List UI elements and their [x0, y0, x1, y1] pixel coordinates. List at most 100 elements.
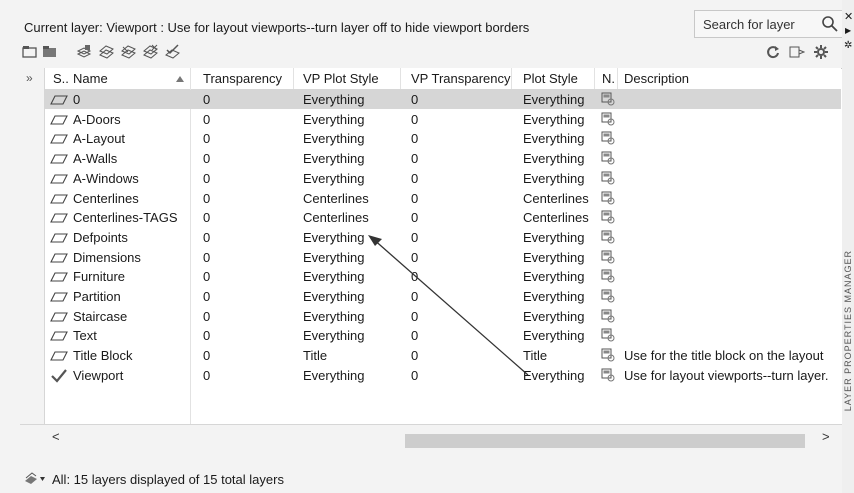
new-vp-freeze-icon[interactable]	[601, 348, 615, 362]
layer-status-icon[interactable]	[50, 113, 68, 127]
new-vp-freeze-icon[interactable]	[601, 328, 615, 342]
layer-status-icon[interactable]	[50, 329, 68, 343]
layer-plot-style: Everything	[523, 170, 585, 186]
current-layer-check-icon[interactable]	[50, 369, 68, 383]
new-vp-freeze-icon[interactable]	[601, 171, 615, 185]
layer-vp-plot-style: Everything	[303, 308, 365, 324]
col-name[interactable]: Name	[73, 71, 108, 86]
new-vp-freeze-icon[interactable]	[601, 230, 615, 244]
layer-name[interactable]: Partition	[73, 289, 121, 304]
layer-vp-transparency: 0	[411, 131, 419, 147]
layer-name[interactable]: Title Block	[73, 348, 132, 363]
new-vp-freeze-icon[interactable]	[601, 269, 615, 283]
layer-vp-plot-style: Everything	[303, 367, 365, 383]
new-layer-vp-frozen-icon[interactable]	[120, 44, 136, 60]
scrollbar-thumb[interactable]	[405, 434, 805, 448]
close-icon[interactable]: ✕	[844, 10, 853, 23]
layer-status-icon[interactable]	[50, 211, 68, 225]
new-vp-freeze-icon[interactable]	[601, 368, 615, 382]
new-vp-freeze-icon[interactable]	[601, 250, 615, 264]
layer-name[interactable]: Text	[73, 328, 97, 343]
layer-transparency: 0	[203, 210, 211, 226]
layer-status-icon[interactable]	[50, 310, 68, 324]
layer-name[interactable]: Viewport	[73, 368, 123, 383]
layer-name[interactable]: A-Doors	[73, 112, 121, 127]
layer-name[interactable]: A-Windows	[73, 171, 139, 186]
layer-row[interactable]: A-Doors 0 Everything 0 Everything	[45, 110, 841, 129]
layer-status-icon[interactable]	[50, 251, 68, 265]
layer-description: Use for layout viewports--turn layer.	[624, 367, 829, 383]
layer-name[interactable]: A-Layout	[73, 131, 125, 146]
new-vp-freeze-icon[interactable]	[601, 92, 615, 106]
layer-row[interactable]: Centerlines-TAGS 0 Centerlines 0 Centerlines	[45, 208, 841, 227]
layer-name[interactable]: Centerlines	[73, 191, 139, 206]
layer-status-icon[interactable]	[50, 93, 68, 107]
new-vp-freeze-icon[interactable]	[601, 191, 615, 205]
layer-plot-style: Everything	[523, 131, 585, 147]
layer-row[interactable]: A-Windows 0 Everything 0 Everything	[45, 169, 841, 188]
layer-name[interactable]: A-Walls	[73, 151, 117, 166]
set-current-icon[interactable]	[164, 44, 180, 60]
filter-tree-collapsed: » »	[20, 68, 45, 449]
layer-vp-plot-style: Title	[303, 348, 328, 364]
layer-states-manager-icon[interactable]	[76, 44, 92, 60]
new-vp-freeze-icon[interactable]	[601, 210, 615, 224]
layer-status-icon[interactable]	[50, 231, 68, 245]
properties-icon[interactable]: ✲	[844, 40, 852, 51]
layer-status-icon[interactable]	[50, 172, 68, 186]
col-status[interactable]: S..	[53, 71, 69, 86]
new-property-filter-icon[interactable]	[22, 44, 38, 60]
layer-plot-style: Centerlines	[523, 210, 589, 226]
layer-status-icon[interactable]	[50, 290, 68, 304]
col-new-vp-freeze[interactable]: N.	[602, 71, 615, 86]
layer-name[interactable]: Defpoints	[73, 230, 128, 245]
col-vp-transparency[interactable]: VP Transparency	[411, 71, 510, 86]
layer-status-icon[interactable]	[50, 132, 68, 146]
new-vp-freeze-icon[interactable]	[601, 309, 615, 323]
invert-filter-icon[interactable]	[24, 472, 46, 486]
layer-vp-plot-style: Centerlines	[303, 210, 369, 226]
settings-toggle-icon[interactable]	[789, 44, 805, 60]
layer-status-icon[interactable]	[50, 349, 68, 363]
layer-transparency: 0	[203, 229, 211, 245]
refresh-icon[interactable]	[765, 44, 781, 60]
layer-status-icon[interactable]	[50, 152, 68, 166]
sort-ascending-icon	[176, 76, 184, 82]
auto-hide-icon[interactable]: ▶	[845, 26, 851, 35]
gear-icon[interactable]	[813, 44, 829, 60]
layer-row[interactable]: A-Layout 0 Everything 0 Everything	[45, 129, 841, 148]
layer-name[interactable]: Centerlines-TAGS	[73, 210, 178, 225]
col-vp-plot-style[interactable]: VP Plot Style	[303, 71, 379, 86]
layer-description: Use for the title block on the layout	[624, 348, 824, 364]
col-transparency[interactable]: Transparency	[203, 71, 282, 86]
search-input[interactable]: Search for layer	[694, 10, 844, 38]
scroll-left-arrow[interactable]: <	[52, 429, 60, 444]
layer-row[interactable]: 0 0 Everything 0 Everything	[45, 90, 841, 109]
delete-layer-icon[interactable]	[142, 44, 158, 60]
layer-name[interactable]: 0	[73, 92, 80, 107]
new-vp-freeze-icon[interactable]	[601, 151, 615, 165]
scroll-right-arrow[interactable]: >	[822, 429, 830, 444]
layer-status-icon[interactable]	[50, 270, 68, 284]
layer-row[interactable]: Centerlines 0 Centerlines 0 Centerlines	[45, 189, 841, 208]
new-vp-freeze-icon[interactable]	[601, 289, 615, 303]
layer-name[interactable]: Furniture	[73, 269, 125, 284]
layer-status-icon[interactable]	[50, 192, 68, 206]
new-group-filter-icon[interactable]	[42, 44, 58, 60]
layer-transparency: 0	[203, 348, 211, 364]
new-vp-freeze-icon[interactable]	[601, 112, 615, 126]
layer-name[interactable]: Staircase	[73, 309, 127, 324]
expand-filter-button[interactable]: »	[26, 71, 33, 85]
layer-name[interactable]: Dimensions	[73, 250, 141, 265]
layer-vp-plot-style: Everything	[303, 92, 365, 107]
col-description[interactable]: Description	[624, 71, 689, 86]
layer-transparency: 0	[203, 289, 211, 304]
layer-row[interactable]: A-Walls 0 Everything 0 Everything	[45, 149, 841, 168]
new-vp-freeze-icon[interactable]	[601, 131, 615, 145]
new-layer-icon[interactable]	[98, 44, 114, 60]
search-icon[interactable]	[821, 15, 839, 33]
col-plot-style[interactable]: Plot Style	[523, 71, 578, 86]
layer-plot-style: Everything	[523, 151, 585, 167]
layer-transparency: 0	[203, 367, 211, 383]
layer-vp-transparency: 0	[411, 111, 419, 127]
